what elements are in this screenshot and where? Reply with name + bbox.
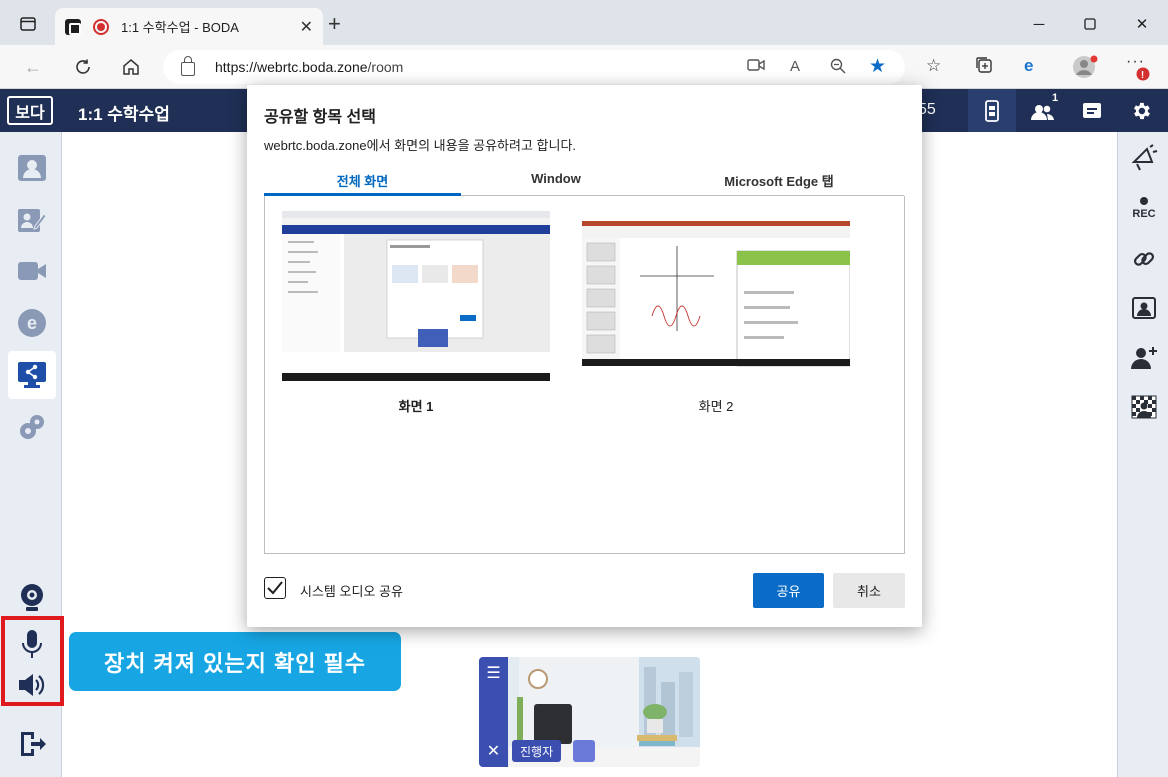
whiteboard-edit-button[interactable] <box>8 196 56 244</box>
device-highlight-box <box>1 616 64 706</box>
refresh-icon[interactable] <box>71 55 95 79</box>
address-bar-row: ← https://webrtc.boda.zone/room A ★ ☆ e … <box>0 45 1168 89</box>
record-button[interactable]: REC <box>1126 190 1162 226</box>
screen-1-label: 화면 1 <box>398 399 434 414</box>
screen-share-button[interactable] <box>8 351 56 399</box>
background-blur-icon[interactable] <box>1126 389 1162 425</box>
record-dot-icon <box>1140 196 1148 205</box>
host-video-tile[interactable]: ☰ ✕ 진행자 <box>479 657 700 767</box>
tile-menu-icon[interactable]: ☰ <box>486 663 500 683</box>
system-audio-label: 시스템 오디오 공유 <box>300 584 403 599</box>
edge-browser-button[interactable]: e <box>8 299 56 347</box>
tab-actions-icon[interactable] <box>16 12 40 36</box>
read-aloud-icon[interactable]: A <box>790 58 800 75</box>
favorite-star-icon[interactable]: ★ <box>869 55 886 78</box>
settings-gear-button[interactable] <box>1117 89 1165 132</box>
boda-favicon-icon <box>65 18 81 35</box>
screen-option-2[interactable]: 화면 2 <box>582 211 850 415</box>
video-tile-sidebar: ☰ ✕ <box>479 657 508 767</box>
screen-2-thumbnail <box>582 211 850 381</box>
maximize-icon[interactable] <box>1078 12 1102 36</box>
camera-in-use-icon[interactable] <box>747 58 765 76</box>
settings-more-icon[interactable]: ···! <box>1126 53 1150 81</box>
participants-button[interactable]: 1 <box>1020 89 1068 132</box>
video-camera-button[interactable] <box>8 247 56 295</box>
tile-close-icon[interactable]: ✕ <box>487 741 500 761</box>
dialog-subtitle: webrtc.boda.zone에서 화면의 내용을 공유하려고 합니다. <box>264 138 577 153</box>
tab-title: 1:1 수학수업 - BODA <box>121 20 239 35</box>
tab-edge-tab[interactable]: Microsoft Edge 탭 <box>684 171 874 190</box>
lock-icon <box>181 56 195 76</box>
system-audio-checkbox[interactable] <box>264 577 286 599</box>
svg-text:e: e <box>27 313 37 333</box>
minimize-icon[interactable]: ─ <box>1027 12 1051 36</box>
home-icon[interactable] <box>119 55 143 79</box>
url-text: https://webrtc.boda.zone/room <box>215 59 404 75</box>
dialog-title: 공유할 항목 선택 <box>264 109 376 126</box>
link-share-button[interactable] <box>8 403 56 451</box>
url-field[interactable]: https://webrtc.boda.zone/room A ★ <box>163 50 905 84</box>
collections-icon[interactable] <box>975 56 993 79</box>
screen-option-1[interactable]: 화면 1 <box>282 211 550 415</box>
right-toolbar: REC <box>1117 132 1168 777</box>
checkmark-icon <box>267 581 283 595</box>
tab-close-icon[interactable]: ✕ <box>300 17 313 37</box>
profile-card-button[interactable] <box>8 144 56 192</box>
screen-2-label: 화면 2 <box>698 399 734 414</box>
portrait-view-icon[interactable] <box>1126 290 1162 326</box>
device-check-callout: 장치 켜져 있는지 확인 필수 <box>69 632 401 691</box>
room-title: 1:1 수학수업 <box>78 105 170 124</box>
profile-avatar-icon[interactable] <box>1072 54 1098 85</box>
browser-tab-strip: 1:1 수학수업 - BODA ✕ + ─ ✕ <box>0 0 1168 45</box>
new-tab-icon[interactable]: + <box>328 13 341 35</box>
link-icon[interactable] <box>1126 241 1162 277</box>
webcam-button[interactable] <box>8 574 56 622</box>
mobile-device-button[interactable] <box>968 89 1016 132</box>
favorites-icon[interactable]: ☆ <box>926 56 941 76</box>
back-icon[interactable]: ← <box>21 55 45 79</box>
host-name-badge: 진행자 <box>512 740 562 762</box>
announce-megaphone-icon[interactable] <box>1126 140 1162 176</box>
participants-count: 1 <box>1052 92 1059 104</box>
share-button[interactable]: 공유 <box>753 573 824 608</box>
recording-icon <box>93 18 109 35</box>
browser-tab[interactable]: 1:1 수학수업 - BODA ✕ <box>55 8 323 45</box>
chat-button[interactable] <box>1068 89 1116 132</box>
screen-1-thumbnail <box>282 211 550 381</box>
window-close-icon[interactable]: ✕ <box>1130 12 1154 36</box>
share-source-tabs: 전체 화면 Window Microsoft Edge 탭 <box>264 165 904 196</box>
screen-list-panel: 화면 1 화면 2 <box>264 196 905 554</box>
exit-room-button[interactable] <box>8 720 56 768</box>
invite-user-icon[interactable] <box>1126 339 1162 375</box>
svg-text:!: ! <box>1141 70 1145 81</box>
zoom-icon[interactable] <box>830 58 846 78</box>
share-picker-dialog: 공유할 항목 선택 webrtc.boda.zone에서 화면의 내용을 공유하… <box>247 85 922 627</box>
tab-entire-screen[interactable]: 전체 화면 <box>264 171 461 190</box>
boda-logo: 보다 <box>7 96 53 125</box>
tab-window[interactable]: Window <box>461 171 651 186</box>
host-mic-icon <box>573 740 595 762</box>
cancel-button[interactable]: 취소 <box>833 573 905 608</box>
rec-label: REC <box>1132 207 1156 220</box>
edge-ie-mode-icon[interactable]: e <box>1024 56 1033 76</box>
